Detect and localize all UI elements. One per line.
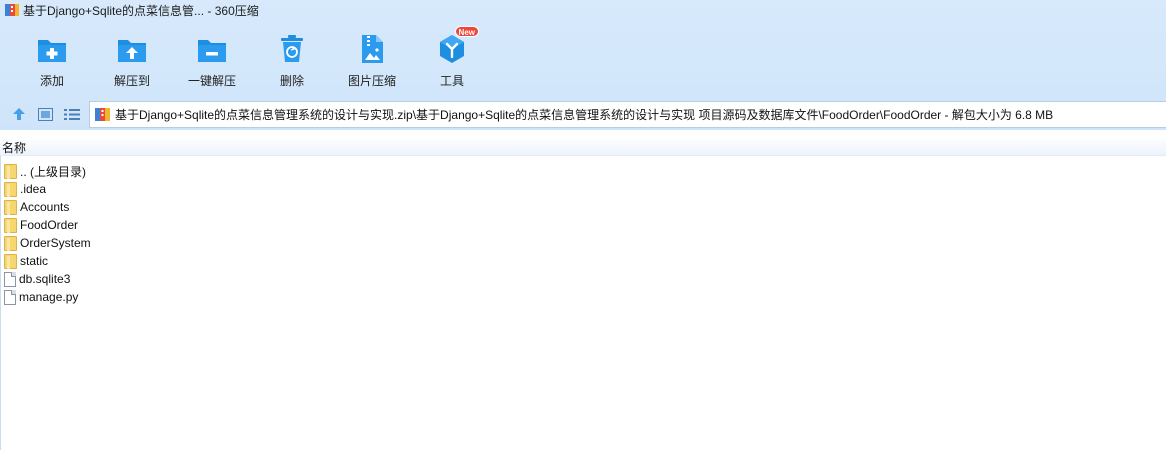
delete-button[interactable]: 删除 xyxy=(252,26,332,90)
folder-icon xyxy=(4,199,17,215)
file-icon xyxy=(4,289,16,305)
add-label: 添加 xyxy=(39,74,64,88)
file-list: .. (上级目录) .idea Accounts FoodOrder Order… xyxy=(0,162,600,306)
list-item-name: manage.py xyxy=(19,290,79,304)
new-badge: New xyxy=(454,26,479,37)
file-icon xyxy=(4,271,16,287)
list-item-name: .idea xyxy=(20,182,47,196)
navigation-row: 基于Django+Sqlite的点菜信息管理系统的设计与实现.zip\基于Dja… xyxy=(0,100,1166,128)
thumbnail-view-icon[interactable] xyxy=(37,106,53,122)
column-header-name[interactable]: 名称 xyxy=(0,139,26,156)
archive-app-icon xyxy=(5,3,19,17)
add-button[interactable]: 添加 xyxy=(12,26,92,90)
tools-icon: New xyxy=(435,26,479,66)
folder-icon xyxy=(4,253,17,269)
folder-icon xyxy=(4,235,17,251)
one-click-extract-icon xyxy=(195,32,229,66)
title-bar: 基于Django+Sqlite的点菜信息管... - 360压缩 xyxy=(0,0,1166,20)
extract-to-icon xyxy=(115,32,149,66)
list-header: 名称 xyxy=(0,140,1166,156)
image-compress-label: 图片压缩 xyxy=(347,74,396,88)
extract-to-label: 解压到 xyxy=(113,74,150,88)
address-path: 基于Django+Sqlite的点菜信息管理系统的设计与实现.zip\基于Dja… xyxy=(115,108,1054,122)
one-click-extract-label: 一键解压 xyxy=(187,74,236,88)
list-item-name: .. (上级目录) xyxy=(20,164,86,179)
archive-icon xyxy=(95,107,110,122)
folder-icon xyxy=(4,181,17,197)
up-arrow-icon[interactable] xyxy=(11,106,27,122)
list-item[interactable]: Accounts xyxy=(0,198,600,216)
one-click-extract-button[interactable]: 一键解压 xyxy=(172,26,252,90)
top-panel: 基于Django+Sqlite的点菜信息管... - 360压缩 添加 解压到 … xyxy=(0,0,1166,130)
toolbar: 添加 解压到 一键解压 删除 图片压缩 New 工具 xyxy=(0,26,600,90)
folder-icon xyxy=(4,217,17,233)
list-item-name: FoodOrder xyxy=(20,218,79,232)
delete-icon xyxy=(275,32,309,66)
tools-label: 工具 xyxy=(439,74,464,88)
list-item[interactable]: OrderSystem xyxy=(0,234,600,252)
image-compress-button[interactable]: 图片压缩 xyxy=(332,26,412,90)
window-title: 基于Django+Sqlite的点菜信息管... - 360压缩 xyxy=(23,3,259,18)
list-view-icon[interactable] xyxy=(64,106,80,122)
list-item[interactable]: FoodOrder xyxy=(0,216,600,234)
list-item[interactable]: static xyxy=(0,252,600,270)
extract-to-button[interactable]: 解压到 xyxy=(92,26,172,90)
list-item-name: db.sqlite3 xyxy=(19,272,71,286)
address-bar[interactable]: 基于Django+Sqlite的点菜信息管理系统的设计与实现.zip\基于Dja… xyxy=(89,101,1166,128)
list-item-name: Accounts xyxy=(20,200,70,214)
list-item-name: static xyxy=(20,254,49,268)
list-item[interactable]: db.sqlite3 xyxy=(0,270,600,288)
list-item[interactable]: .idea xyxy=(0,180,600,198)
image-compress-icon xyxy=(355,32,389,66)
list-item-parent-directory[interactable]: .. (上级目录) xyxy=(0,162,600,180)
delete-label: 删除 xyxy=(279,74,304,88)
add-icon xyxy=(35,32,69,66)
folder-icon xyxy=(4,163,17,179)
list-item[interactable]: manage.py xyxy=(0,288,600,306)
list-item-name: OrderSystem xyxy=(20,236,91,250)
tools-button[interactable]: New 工具 xyxy=(412,26,492,90)
